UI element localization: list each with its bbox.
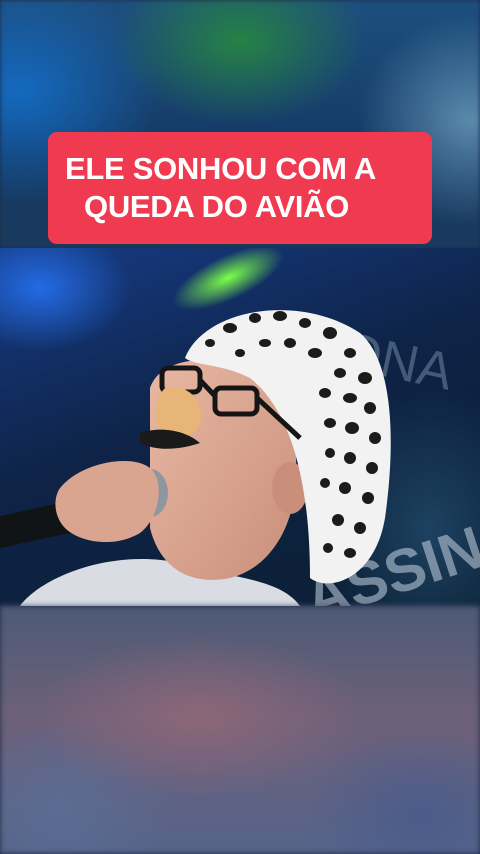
video-frame[interactable]: MONA ASSIN xyxy=(0,248,480,606)
shirt xyxy=(20,558,300,606)
caption-line-2: QUEDA DO AVIÃO xyxy=(84,189,350,224)
caption-banner: ELE SONHOU COM A QUEDA DO AVIÃO xyxy=(48,132,432,244)
singer-photo: MONA ASSIN xyxy=(0,248,480,606)
caption-line-1: ELE SONHOU COM A xyxy=(65,151,376,186)
hand xyxy=(55,460,159,543)
blurred-bottom-background xyxy=(0,606,480,854)
